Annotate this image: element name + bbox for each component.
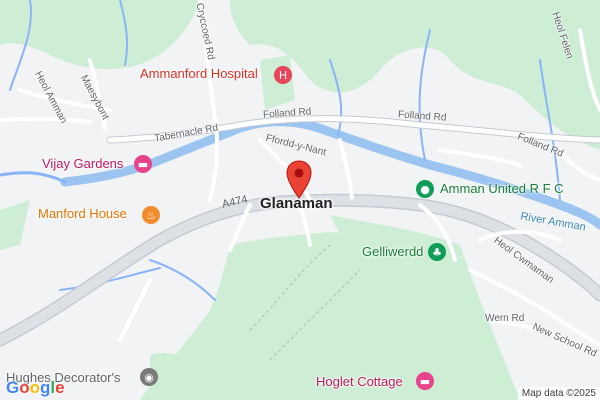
- poi-label-hoglet-cottage[interactable]: Hoglet Cottage: [316, 374, 403, 389]
- poi-label-ammanford-hospital[interactable]: Ammanford Hospital: [140, 66, 258, 81]
- tree-icon[interactable]: ♣: [428, 243, 446, 261]
- hospital-icon[interactable]: H: [274, 66, 292, 84]
- restaurant-icon[interactable]: ♨: [142, 206, 160, 224]
- poi-label-vijay-gardens[interactable]: Vijay Gardens: [42, 156, 123, 171]
- hotel-icon[interactable]: ▬: [416, 372, 434, 390]
- poi-label-gelliwerdd[interactable]: Gelliwerdd: [362, 244, 423, 259]
- poi-label-manford-house[interactable]: Manford House: [38, 206, 127, 221]
- map-attribution[interactable]: Map data ©2025: [517, 387, 600, 400]
- road-label-wern: Wern Rd: [485, 313, 525, 324]
- location-pin-icon[interactable]: [285, 160, 313, 200]
- stadium-icon[interactable]: ●: [416, 180, 434, 198]
- hotel-icon[interactable]: ▬: [134, 155, 152, 173]
- shop-icon[interactable]: ◉: [140, 368, 158, 386]
- google-logo[interactable]: Google: [6, 378, 65, 398]
- poi-label-amman-united[interactable]: Amman United R F C: [440, 181, 564, 196]
- map-canvas[interactable]: Cryccoed Rd Heol Felen Heol Amman Maesyb…: [0, 0, 600, 400]
